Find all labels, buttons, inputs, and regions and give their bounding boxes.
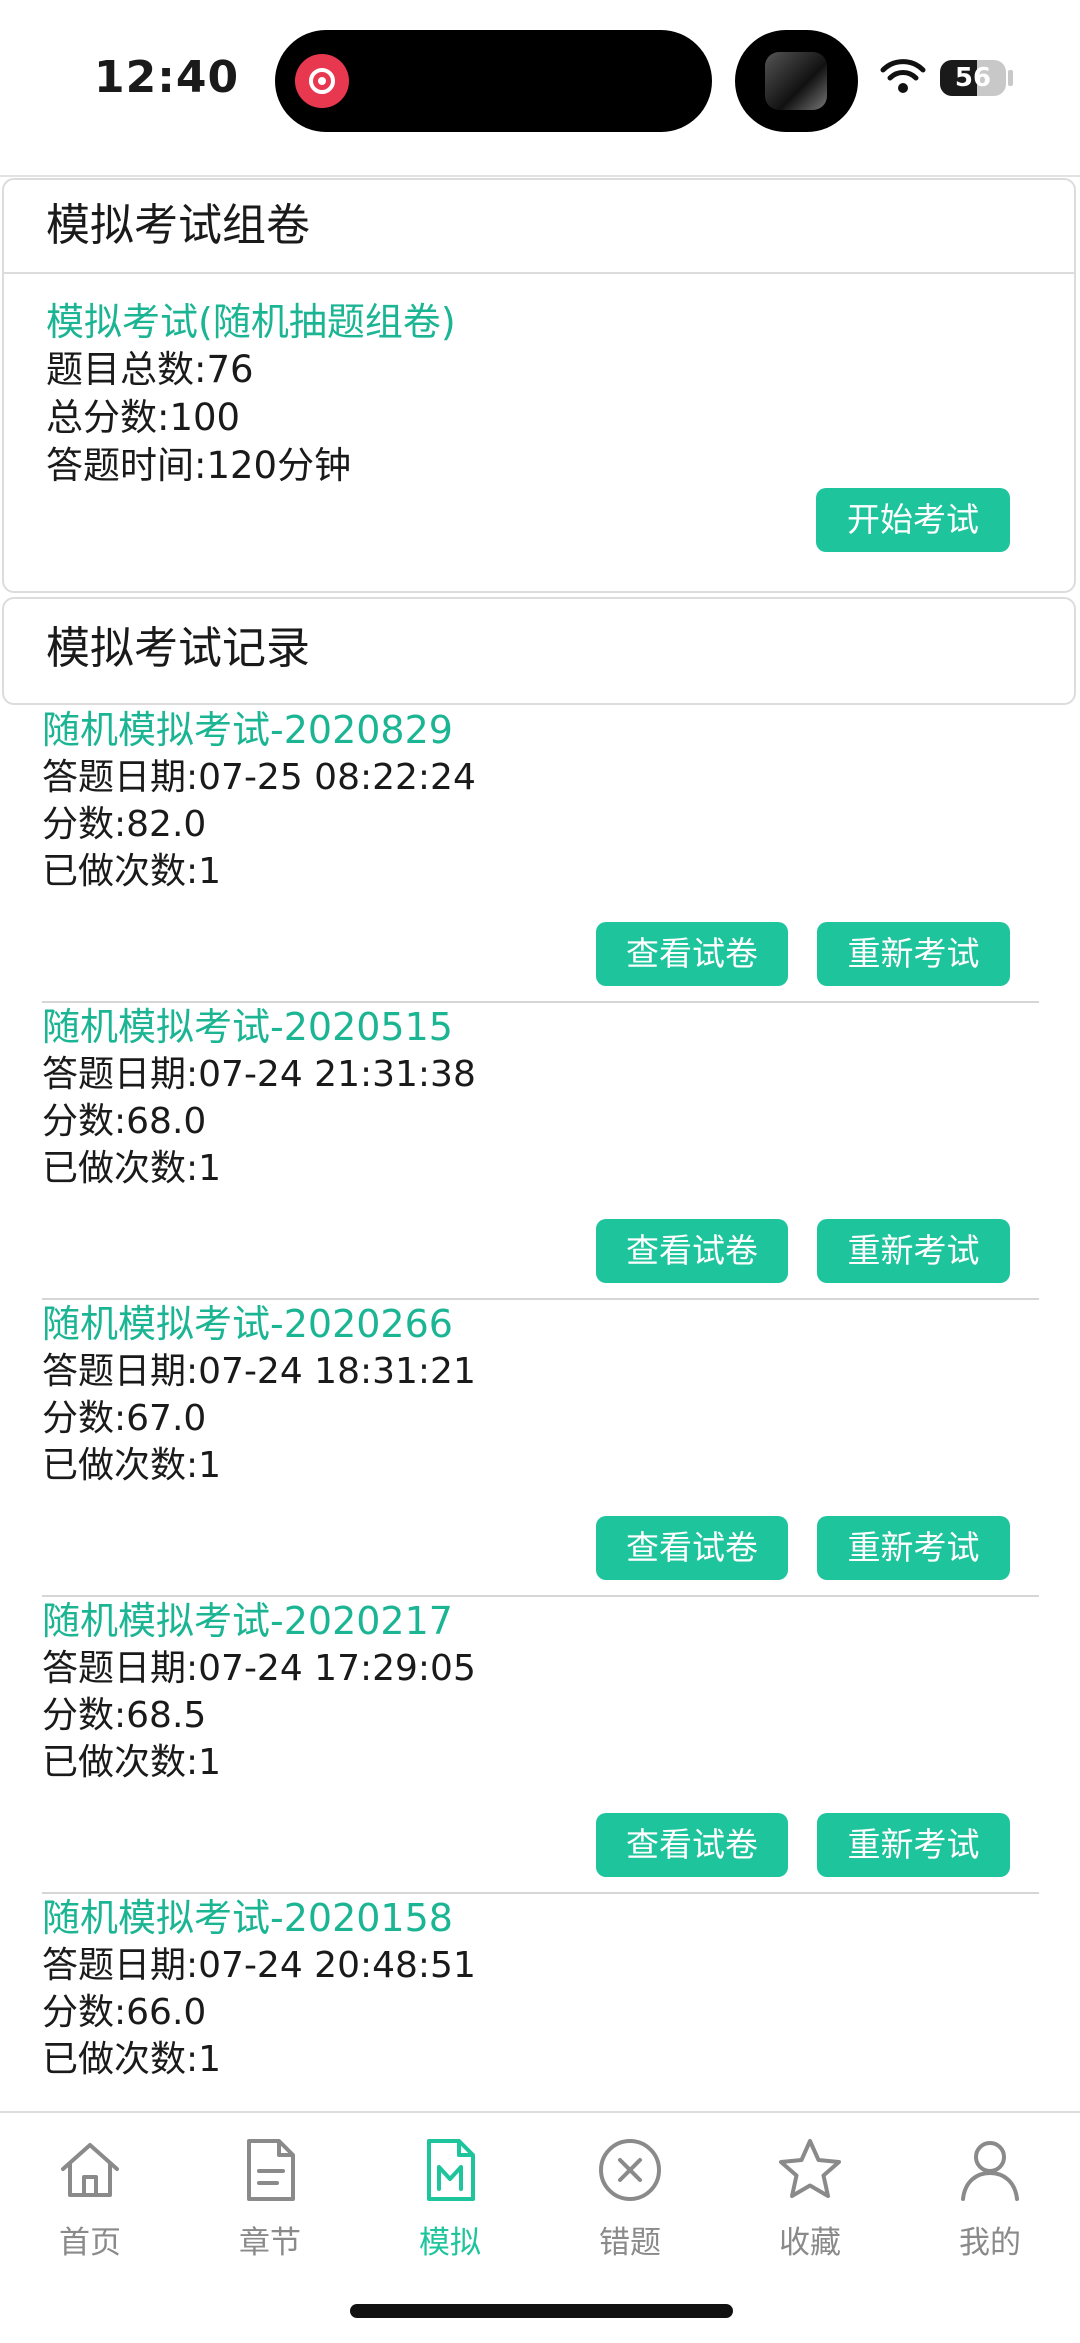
record-score: 分数:67.0: [42, 1398, 207, 1439]
exam-duration: 答题时间:120分钟: [46, 444, 352, 487]
record-score: 分数:66.0: [42, 1992, 207, 2033]
compose-header: 模拟考试组卷: [4, 180, 1074, 274]
record-score: 分数:82.0: [42, 804, 207, 845]
tab-label: 模拟: [419, 2225, 481, 2261]
records-header: 模拟考试记录: [46, 623, 310, 674]
tab-label: 首页: [59, 2225, 121, 2261]
record-attempts: 已做次数:1: [42, 2039, 222, 2080]
wifi-icon: [880, 58, 926, 98]
record-date: 答题日期:07-24 18:31:21: [42, 1351, 476, 1392]
record-date: 答题日期:07-25 08:22:24: [42, 757, 476, 798]
tab-mock-exam[interactable]: 模拟: [360, 2135, 540, 2262]
star-icon: [779, 2139, 841, 2198]
record-score: 分数:68.0: [42, 1101, 207, 1142]
view-paper-button[interactable]: 查看试卷: [596, 922, 788, 986]
record-date: 答题日期:07-24 17:29:05: [42, 1648, 476, 1689]
tab-wrong-answers[interactable]: 错题: [540, 2135, 720, 2262]
mock-exam-icon: [427, 2139, 475, 2201]
wrong-answer-icon: [599, 2139, 661, 2201]
view-paper-button[interactable]: 查看试卷: [596, 1813, 788, 1877]
tab-profile[interactable]: 我的: [900, 2135, 1080, 2262]
record-date: 答题日期:07-24 20:48:51: [42, 1945, 476, 1986]
tab-label: 章节: [239, 2225, 301, 2261]
tab-label: 收藏: [779, 2225, 841, 2261]
retake-exam-button[interactable]: 重新考试: [817, 1219, 1010, 1283]
record-attempts: 已做次数:1: [42, 851, 222, 892]
total-questions: 题目总数:76: [46, 348, 254, 391]
status-bar: 12:40 56: [0, 0, 1080, 175]
record-title[interactable]: 随机模拟考试-2020515: [42, 1003, 453, 1051]
record-attempts: 已做次数:1: [42, 1742, 222, 1783]
tab-chapters[interactable]: 章节: [180, 2135, 360, 2262]
record-attempts: 已做次数:1: [42, 1148, 222, 1189]
retake-exam-button[interactable]: 重新考试: [817, 1516, 1010, 1580]
view-paper-button[interactable]: 查看试卷: [596, 1219, 788, 1283]
music-app-icon: [295, 54, 349, 108]
battery-icon: 56: [940, 60, 1006, 96]
tab-favorites[interactable]: 收藏: [720, 2135, 900, 2262]
home-icon: [61, 2143, 119, 2197]
tab-label: 错题: [599, 2225, 661, 2261]
exam-name: 模拟考试(随机抽题组卷): [46, 300, 456, 344]
retake-exam-button[interactable]: 重新考试: [817, 922, 1010, 986]
total-score: 总分数:100: [46, 396, 241, 439]
document-icon: [247, 2139, 295, 2201]
record-date: 答题日期:07-24 21:31:38: [42, 1054, 476, 1095]
compose-card: 模拟考试组卷 模拟考试(随机抽题组卷) 题目总数:76 总分数:100 答题时间…: [2, 178, 1076, 593]
user-icon: [961, 2141, 1019, 2201]
battery-level: 56: [954, 63, 992, 93]
album-thumbnail: [765, 52, 827, 110]
start-exam-button[interactable]: 开始考试: [816, 488, 1010, 552]
view-paper-button[interactable]: 查看试卷: [596, 1516, 788, 1580]
record-attempts: 已做次数:1: [42, 1445, 222, 1486]
tab-label: 我的: [959, 2225, 1021, 2261]
records-header-card: 模拟考试记录: [2, 597, 1076, 705]
retake-exam-button[interactable]: 重新考试: [817, 1813, 1010, 1877]
record-title[interactable]: 随机模拟考试-2020217: [42, 1597, 453, 1645]
record-title[interactable]: 随机模拟考试-2020829: [42, 706, 453, 754]
tab-home[interactable]: 首页: [0, 2135, 180, 2262]
status-time: 12:40: [94, 52, 240, 103]
live-activity[interactable]: [735, 30, 858, 132]
dynamic-island[interactable]: [275, 30, 712, 132]
record-title[interactable]: 随机模拟考试-2020266: [42, 1300, 453, 1348]
record-score: 分数:68.5: [42, 1695, 207, 1736]
home-indicator[interactable]: [350, 2304, 733, 2318]
record-title[interactable]: 随机模拟考试-2020158: [42, 1894, 453, 1942]
